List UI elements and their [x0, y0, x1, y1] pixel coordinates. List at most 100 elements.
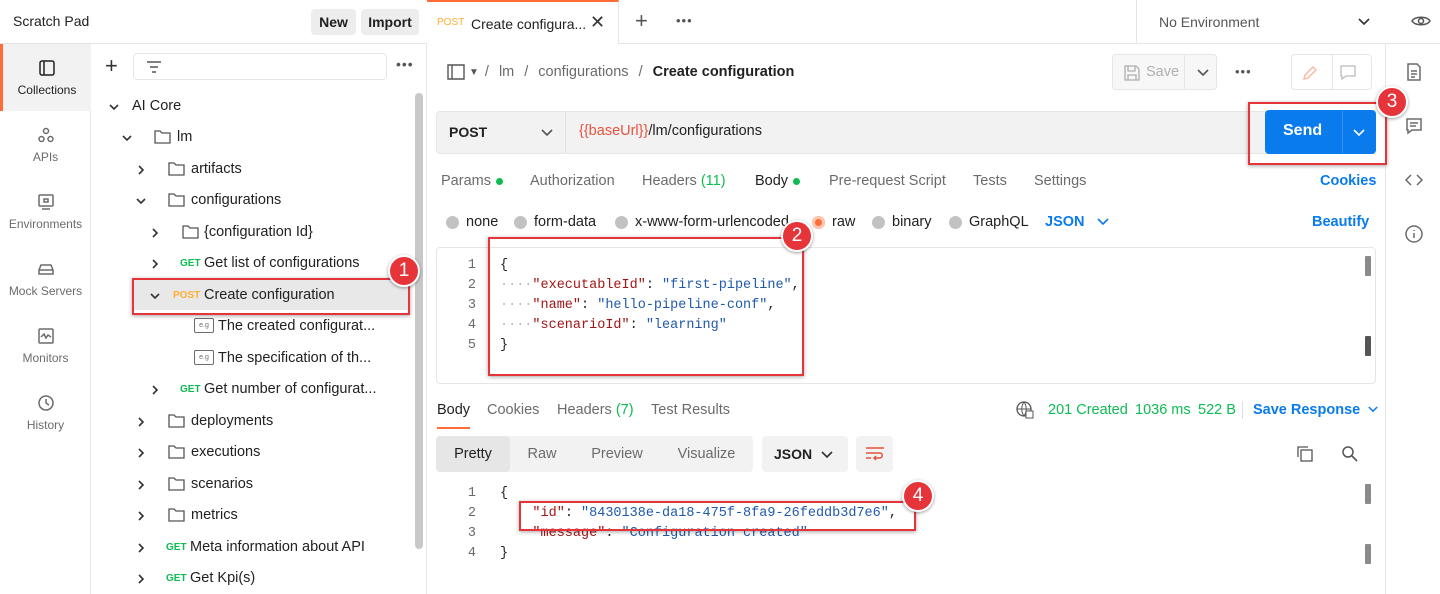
- new-tab-icon[interactable]: +: [635, 8, 648, 34]
- caret-down-icon[interactable]: ▼: [469, 67, 479, 78]
- tree-item-deployments[interactable]: deployments: [91, 405, 416, 436]
- save-response-label: Save Response: [1253, 402, 1361, 418]
- format-label: JSON: [1045, 214, 1085, 230]
- pencil-icon[interactable]: [1301, 64, 1319, 82]
- radio-binary[interactable]: binary: [872, 214, 932, 230]
- radio-graphql[interactable]: GraphQL: [949, 214, 1029, 230]
- search-icon[interactable]: [1341, 445, 1359, 463]
- workspace-title[interactable]: Scratch Pad: [13, 13, 89, 29]
- rail-history[interactable]: History: [0, 379, 91, 446]
- documentation-icon[interactable]: [1404, 62, 1424, 82]
- tab-body[interactable]: Body: [755, 173, 801, 189]
- cookies-link[interactable]: Cookies: [1320, 173, 1376, 189]
- rail-environments[interactable]: Environments: [0, 178, 91, 245]
- tree-label: Meta information about API: [190, 538, 365, 555]
- radio-urlencoded[interactable]: x-www-form-urlencoded: [615, 214, 789, 230]
- response-tab-test-results[interactable]: Test Results: [651, 402, 730, 418]
- close-icon[interactable]: ✕: [590, 12, 605, 33]
- rail-label: APIs: [32, 149, 59, 164]
- tree-item-get-kpi[interactable]: GET Get Kpi(s): [91, 562, 416, 593]
- rail-monitors[interactable]: Monitors: [0, 312, 91, 379]
- wrap-lines-button[interactable]: [856, 436, 893, 472]
- chevron-right-icon: [150, 383, 160, 395]
- code-icon[interactable]: [1404, 170, 1424, 190]
- tab-tests[interactable]: Tests: [973, 173, 1007, 189]
- rail-collections[interactable]: Collections: [0, 44, 91, 111]
- response-tab-body[interactable]: Body: [437, 402, 470, 418]
- globe-icon[interactable]: [1016, 401, 1034, 419]
- breadcrumb-lm[interactable]: lm: [499, 64, 514, 80]
- tab-create-configuration[interactable]: POST Create configura... ✕: [427, 0, 619, 44]
- tab-authorization[interactable]: Authorization: [530, 173, 615, 189]
- line-number: 3: [467, 526, 476, 541]
- tree-item-lm[interactable]: lm: [91, 121, 416, 152]
- line-number: 4: [467, 318, 476, 333]
- tree-item-ai-core[interactable]: AI Core: [91, 90, 416, 121]
- tree-item-artifacts[interactable]: artifacts: [91, 153, 416, 184]
- request-more-icon[interactable]: •••: [1235, 64, 1252, 79]
- radio-form-data[interactable]: form-data: [514, 214, 596, 230]
- radio-dot: [949, 215, 962, 229]
- response-format-select[interactable]: JSON: [762, 436, 848, 472]
- save-button[interactable]: Save: [1112, 54, 1217, 90]
- response-tab-headers[interactable]: Headers (7): [557, 402, 634, 418]
- tree-item-scenarios[interactable]: scenarios: [91, 468, 416, 499]
- tab-params[interactable]: Params: [441, 173, 503, 189]
- tabs-more-icon[interactable]: •••: [676, 13, 693, 28]
- response-status[interactable]: 201 Created: [1048, 402, 1128, 418]
- view-visualize[interactable]: Visualize: [660, 436, 753, 472]
- response-scrollbar[interactable]: [1365, 484, 1371, 504]
- save-response-button[interactable]: Save Response: [1253, 402, 1378, 418]
- tree-item-meta-info[interactable]: GET Meta information about API: [91, 531, 416, 562]
- radio-raw[interactable]: raw: [812, 214, 855, 230]
- body-format-select[interactable]: JSON: [1045, 214, 1109, 230]
- tree-label: metrics: [191, 506, 238, 523]
- tree-label: artifacts: [191, 160, 242, 177]
- response-tab-cookies[interactable]: Cookies: [487, 402, 539, 418]
- editor-scrollbar[interactable]: [1365, 256, 1371, 276]
- folder-icon: [168, 507, 185, 522]
- tree-label: executions: [191, 443, 261, 460]
- method-select[interactable]: POST: [437, 112, 566, 153]
- tree-item-get-number[interactable]: GET Get number of configurat...: [91, 373, 416, 404]
- chevron-down-icon: [1358, 18, 1370, 26]
- comment-icon[interactable]: [1339, 64, 1357, 82]
- tab-headers[interactable]: Headers (11): [642, 173, 726, 189]
- tree-item-metrics[interactable]: metrics: [91, 499, 416, 530]
- tree-item-configuration-id[interactable]: {configuration Id}: [91, 216, 416, 247]
- tree-item-example-spec[interactable]: e.g The specification of th...: [91, 342, 416, 373]
- radio-none[interactable]: none: [446, 214, 498, 230]
- info-icon[interactable]: [1404, 224, 1424, 244]
- environment-selector[interactable]: No Environment: [1136, 0, 1386, 44]
- url-bar: [436, 111, 1376, 154]
- rail-mock-servers[interactable]: Mock Servers: [0, 245, 91, 312]
- response-time[interactable]: 1036 ms: [1135, 402, 1191, 418]
- response-size[interactable]: 522 B: [1198, 402, 1236, 418]
- tab-settings[interactable]: Settings: [1034, 173, 1086, 189]
- rail-apis[interactable]: APIs: [0, 111, 91, 178]
- view-preview[interactable]: Preview: [574, 436, 660, 472]
- eye-icon[interactable]: [1411, 12, 1431, 30]
- comments-icon[interactable]: [1404, 116, 1424, 136]
- apis-icon: [37, 127, 54, 142]
- chevron-down-icon[interactable]: [1197, 68, 1209, 78]
- wrap-icon: [866, 447, 884, 461]
- tab-label: Headers: [557, 402, 612, 418]
- chevron-right-icon: [136, 509, 146, 521]
- sidebar-scrollbar[interactable]: [415, 93, 423, 549]
- tree-item-configurations[interactable]: configurations: [91, 184, 416, 215]
- view-pretty[interactable]: Pretty: [436, 436, 510, 472]
- chevron-down-icon: [109, 100, 119, 111]
- breadcrumb: ▼ / lm / configurations / Create configu…: [447, 62, 794, 82]
- page-title[interactable]: Create configuration: [653, 64, 795, 80]
- breadcrumb-configurations[interactable]: configurations: [538, 64, 628, 80]
- tree-item-get-list[interactable]: GET Get list of configurations: [91, 247, 416, 278]
- tree-item-executions[interactable]: executions: [91, 436, 416, 467]
- copy-icon[interactable]: [1296, 445, 1314, 463]
- url-input[interactable]: {{baseUrl}}/lm/configurations: [579, 123, 762, 139]
- tab-pre-request-script[interactable]: Pre-request Script: [829, 173, 946, 189]
- view-raw[interactable]: Raw: [510, 436, 574, 472]
- breadcrumb-sep: /: [638, 64, 643, 80]
- environment-label: No Environment: [1159, 14, 1260, 30]
- beautify-link[interactable]: Beautify: [1312, 214, 1369, 230]
